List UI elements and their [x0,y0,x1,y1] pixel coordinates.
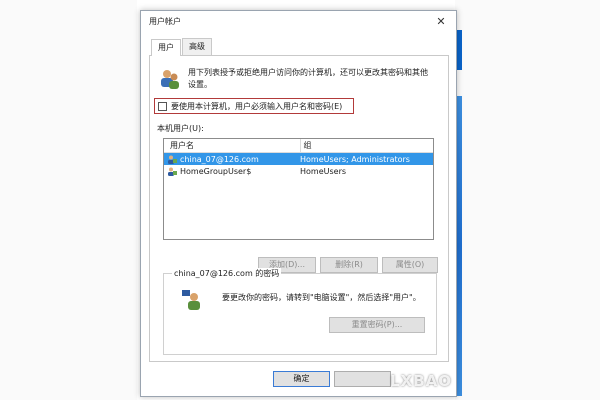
user-accounts-dialog: 用户帐户 ✕ 用户 高级 用下列表授予或拒绝用户访问你的计算机，还可以更改其密码… [140,10,457,397]
close-button[interactable]: ✕ [434,15,448,28]
row-username-cell: HomeGroupUser$ [164,167,297,176]
column-header-group[interactable]: 组 [299,139,434,152]
row-username: HomeGroupUser$ [180,166,252,176]
require-password-label: 要使用本计算机，用户必须输入用户名和密码(E) [171,101,343,111]
properties-button[interactable]: 属性(O) [382,257,438,273]
password-group: china_07@126.com 的密码 要更改你的密码，请转到"电脑设置"，然… [163,268,437,355]
user-icon [168,167,177,176]
table-row[interactable]: HomeGroupUser$ HomeUsers [164,165,433,177]
user-password-icon [182,290,200,310]
users-list[interactable]: 用户名 组 china_07@126.com HomeUsers; Admini… [163,138,434,240]
window-title: 用户帐户 [149,16,181,26]
list-header: 用户名 组 [164,139,433,153]
tab-strip: 用户 高级 [151,38,213,56]
cancel-button[interactable] [334,371,391,387]
require-password-checkbox-row[interactable]: 要使用本计算机，用户必须输入用户名和密码(E) [154,98,354,114]
right-background [455,0,600,400]
row-username-cell: china_07@126.com [164,155,297,164]
tab-advanced[interactable]: 高级 [182,38,212,55]
table-row[interactable]: china_07@126.com HomeUsers; Administrato… [164,153,433,165]
tab-users[interactable]: 用户 [151,39,181,56]
ok-button[interactable]: 确定 [273,371,330,387]
intro-text: 用下列表授予或拒绝用户访问你的计算机，还可以更改其密码和其他设置。 [188,68,428,89]
delete-user-button[interactable]: 删除(R) [320,257,378,273]
user-icon [168,155,177,164]
local-users-label: 本机用户(U): [157,124,204,133]
title-bar: 用户帐户 ✕ [141,11,456,31]
password-instruction-text: 要更改你的密码，请转到"电脑设置"，然后选择"用户"。 [222,293,421,302]
password-group-legend: china_07@126.com 的密码 [172,268,282,279]
row-group: HomeUsers; Administrators [300,154,410,164]
row-username: china_07@126.com [180,154,259,164]
reset-password-button[interactable]: 重置密码(P)... [329,317,425,333]
row-group: HomeUsers [300,166,347,176]
column-header-username[interactable]: 用户名 [164,140,300,151]
watermark-logo: LXBAO [390,372,452,390]
left-background [0,0,137,400]
users-icon [161,70,179,89]
require-password-checkbox[interactable] [158,101,167,111]
users-tab-panel: 用下列表授予或拒绝用户访问你的计算机，还可以更改其密码和其他设置。 要使用本计算… [149,55,449,362]
